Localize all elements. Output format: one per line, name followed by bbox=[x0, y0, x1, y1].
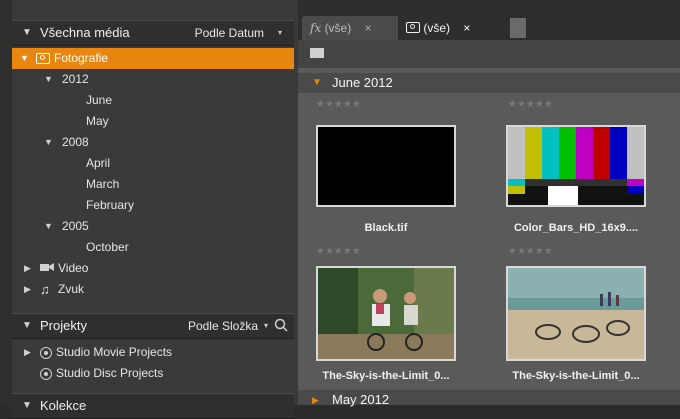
tree-item-label: Video bbox=[58, 261, 89, 275]
expand-arrow-icon[interactable]: ▼ bbox=[44, 69, 53, 90]
tree-item-label: 2008 bbox=[62, 135, 89, 149]
expand-arrow-icon[interactable]: ▼ bbox=[44, 216, 53, 237]
tree-item-label: February bbox=[86, 198, 135, 212]
library-header[interactable]: ▼ Všechna média Podle Datum ▾ bbox=[12, 20, 294, 46]
tree-item-audio[interactable]: ▶ ♫ Zvuk bbox=[12, 279, 294, 300]
sort-dropdown-icon[interactable]: ▾ bbox=[278, 28, 282, 37]
rating-stars[interactable]: ★★★★★ bbox=[508, 246, 553, 257]
collapsed-arrow-icon[interactable]: ▶ bbox=[24, 258, 31, 279]
tree-item-label: May bbox=[86, 114, 109, 128]
tree-item-month[interactable]: April bbox=[12, 153, 294, 174]
tree-item-label: 2005 bbox=[62, 219, 89, 233]
thumbnail-caption: Black.tif bbox=[364, 222, 408, 234]
project-item-disc[interactable]: Studio Disc Projects bbox=[12, 363, 294, 384]
expand-arrow-icon[interactable]: ▶ bbox=[312, 390, 319, 410]
tree-item-month[interactable]: May bbox=[12, 111, 294, 132]
thumbnail-black[interactable] bbox=[316, 125, 456, 207]
music-note-icon: ♫ bbox=[40, 282, 50, 297]
thumbnail-beach-bikes[interactable] bbox=[506, 266, 646, 361]
tree-item-label: Zvuk bbox=[58, 282, 85, 296]
tree-item-label: March bbox=[86, 177, 120, 191]
tree-item-label: April bbox=[86, 156, 111, 170]
beach-bikes-photo bbox=[508, 268, 644, 359]
tree-item-label: 2012 bbox=[62, 72, 89, 86]
rating-stars[interactable]: ★★★★★ bbox=[508, 99, 553, 110]
collapse-arrow-icon[interactable]: ▼ bbox=[22, 400, 32, 411]
new-tab-button[interactable] bbox=[510, 18, 526, 38]
collections-title: Kolekce bbox=[40, 398, 87, 413]
collapse-arrow-icon[interactable]: ▼ bbox=[312, 73, 322, 93]
tab-label: (vše) bbox=[324, 21, 352, 35]
library-panel: ▼ Všechna média Podle Datum ▾ ▼ Fotograf… bbox=[0, 0, 298, 419]
tree-item-label: October bbox=[86, 240, 129, 254]
thumbnail-caption: The-Sky-is-the-Limit_0... bbox=[512, 370, 640, 382]
camera-icon bbox=[36, 53, 50, 64]
close-tab-icon[interactable]: × bbox=[365, 21, 372, 35]
tree-item-video[interactable]: ▶ Video bbox=[12, 258, 294, 279]
tree-item-month[interactable]: March bbox=[12, 174, 294, 195]
collapsed-arrow-icon[interactable]: ▶ bbox=[24, 342, 31, 363]
project-item-label: Studio Disc Projects bbox=[56, 366, 164, 380]
tree-item-label: June bbox=[86, 93, 113, 107]
panel-edge bbox=[0, 0, 12, 405]
collapse-arrow-icon[interactable]: ▼ bbox=[22, 320, 32, 331]
tree-item-month[interactable]: October bbox=[12, 237, 294, 258]
expand-arrow-icon[interactable]: ▼ bbox=[44, 132, 53, 153]
thumbnail-cyclists[interactable] bbox=[316, 266, 456, 361]
thumbnail-caption: The-Sky-is-the-Limit_0... bbox=[322, 370, 450, 382]
library-title: Všechna média bbox=[40, 25, 130, 40]
disc-icon bbox=[40, 368, 52, 380]
import-folder-icon[interactable] bbox=[310, 48, 324, 58]
camera-icon bbox=[406, 17, 420, 41]
tree-item-year[interactable]: ▼ 2008 bbox=[12, 132, 294, 153]
tree-item-year[interactable]: ▼ 2005 bbox=[12, 216, 294, 237]
project-item-label: Studio Movie Projects bbox=[56, 345, 173, 359]
close-tab-icon[interactable]: × bbox=[463, 21, 470, 35]
expand-arrow-icon[interactable]: ▼ bbox=[20, 48, 29, 69]
group-label: June 2012 bbox=[332, 75, 393, 90]
tree-item-photos[interactable]: ▼ Fotografie bbox=[12, 48, 294, 69]
tab-effects[interactable]: fx (vše) × bbox=[302, 16, 410, 40]
collections-header[interactable]: ▼ Kolekce bbox=[12, 393, 294, 419]
project-item-movie[interactable]: ▶ Studio Movie Projects bbox=[12, 342, 294, 363]
search-icon[interactable] bbox=[274, 318, 288, 335]
library-sort-label[interactable]: Podle Datum bbox=[195, 26, 264, 40]
rating-stars[interactable]: ★★★★★ bbox=[316, 246, 361, 257]
sort-dropdown-icon[interactable]: ▾ bbox=[264, 321, 268, 330]
color-bars-image bbox=[508, 127, 644, 205]
tree-item-month[interactable]: June bbox=[12, 90, 294, 111]
group-header-may-2012[interactable]: ▶ May 2012 bbox=[298, 390, 680, 407]
video-camera-icon bbox=[40, 258, 54, 279]
collapse-arrow-icon[interactable]: ▼ bbox=[22, 27, 32, 38]
media-browser: fx (vše) × (vše) × ▼ June 2012 ★★★★★ Bla… bbox=[298, 0, 680, 407]
cyclists-photo bbox=[318, 268, 454, 359]
tree-item-label: Fotografie bbox=[54, 51, 109, 65]
fx-icon: fx bbox=[310, 21, 322, 35]
thumbnail-color-bars[interactable] bbox=[506, 125, 646, 207]
tree-item-month[interactable]: February bbox=[12, 195, 294, 216]
tab-photos[interactable]: (vše) × bbox=[398, 16, 520, 40]
thumbnail-caption: Color_Bars_HD_16x9.... bbox=[513, 222, 639, 234]
projects-sort-label[interactable]: Podle Složka bbox=[188, 319, 258, 333]
rating-stars[interactable]: ★★★★★ bbox=[316, 99, 361, 110]
projects-title: Projekty bbox=[40, 318, 87, 333]
browser-toolbar bbox=[298, 40, 680, 68]
tree-item-year[interactable]: ▼ 2012 bbox=[12, 69, 294, 90]
projects-header[interactable]: ▼ Projekty Podle Složka ▾ bbox=[12, 313, 294, 339]
collapsed-arrow-icon[interactable]: ▶ bbox=[24, 279, 31, 300]
group-header-june-2012[interactable]: ▼ June 2012 bbox=[298, 73, 680, 93]
film-reel-icon bbox=[40, 347, 52, 359]
tab-label: (vše) bbox=[423, 21, 451, 35]
group-label: May 2012 bbox=[332, 392, 390, 407]
